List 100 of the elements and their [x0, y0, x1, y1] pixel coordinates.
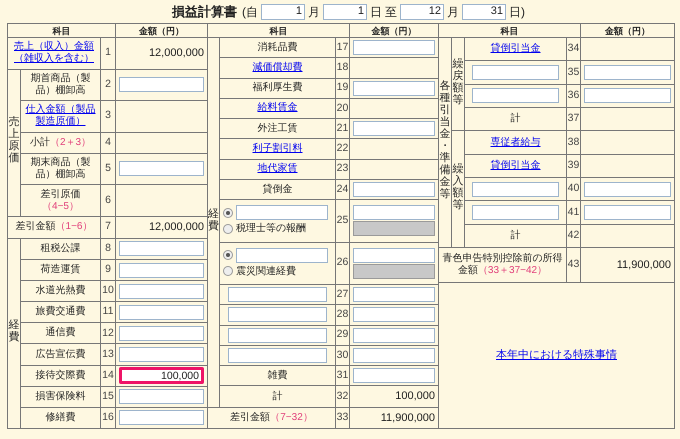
date-field[interactable]: 1	[261, 4, 305, 20]
date-field[interactable]: 12	[400, 4, 444, 20]
date-field[interactable]: 1	[323, 4, 367, 20]
row-label: 期首商品（製品）棚卸高	[20, 69, 100, 101]
row-number: 28	[336, 304, 350, 326]
amount-input[interactable]	[584, 65, 671, 80]
label-input[interactable]	[472, 65, 560, 80]
label-input[interactable]	[472, 88, 560, 104]
amount-input[interactable]	[353, 287, 435, 302]
row-label: 外注工賃	[220, 118, 336, 139]
row-number: 3	[100, 100, 116, 132]
label-input[interactable]	[228, 287, 328, 302]
row-number: 42	[566, 224, 580, 248]
amount-input[interactable]	[353, 248, 435, 263]
column-header: 金額（円）	[116, 24, 208, 38]
row-label: 消耗品費	[220, 38, 336, 58]
row-number: 18	[336, 58, 350, 78]
amount-input[interactable]	[353, 348, 435, 364]
radio-button[interactable]	[223, 208, 233, 218]
amount-input[interactable]	[119, 284, 204, 299]
amount-input[interactable]	[119, 241, 204, 256]
amount-input[interactable]	[353, 307, 435, 322]
amount-input[interactable]	[119, 389, 204, 404]
column-header: 科目	[8, 24, 116, 38]
amount-input[interactable]	[119, 161, 204, 176]
row-number: 27	[336, 284, 350, 305]
radio-button[interactable]	[223, 224, 233, 234]
row-label: 計	[220, 386, 336, 408]
date-label: (自	[242, 4, 258, 20]
row-number: 33	[336, 407, 350, 428]
row-number: 37	[566, 108, 580, 131]
row-label: 修繕費	[20, 407, 100, 428]
date-field[interactable]: 31	[462, 4, 506, 20]
row-number: 30	[336, 345, 350, 366]
text-input[interactable]	[236, 248, 328, 263]
row-number: 10	[100, 280, 116, 302]
row-number: 2	[100, 69, 116, 101]
label-input[interactable]	[228, 328, 328, 343]
row-number: 40	[566, 178, 580, 201]
row-label: 旅費交通費	[20, 302, 100, 323]
amount-input[interactable]	[353, 328, 435, 343]
row-number: 6	[100, 184, 116, 216]
row-number: 39	[566, 154, 580, 178]
row-number: 23	[336, 159, 350, 180]
row-label: 租税公課	[20, 238, 100, 260]
amount-input[interactable]	[353, 182, 435, 198]
group-label: 繰入額等	[452, 162, 464, 211]
amount-input[interactable]	[119, 347, 204, 362]
row-number: 22	[336, 138, 350, 160]
radio-button[interactable]	[223, 250, 233, 260]
amount-input[interactable]	[353, 205, 435, 220]
amount-input[interactable]	[119, 262, 204, 278]
row-number: 11	[100, 302, 116, 323]
group-label: 繰戻額等	[452, 58, 464, 106]
row-number: 1	[100, 38, 116, 70]
amount-input[interactable]	[584, 182, 671, 197]
label-input[interactable]	[228, 307, 328, 322]
row-label: 貸倒金	[220, 179, 336, 200]
label-input[interactable]	[472, 182, 560, 197]
amount-input[interactable]	[119, 304, 204, 320]
row-number: 5	[100, 153, 116, 185]
amount-input[interactable]	[353, 80, 435, 96]
row-label: 広告宣伝費	[20, 344, 100, 366]
row-number: 20	[336, 98, 350, 119]
row-label: 通信費	[20, 322, 100, 344]
row-number: 31	[336, 366, 350, 386]
row-number: 24	[336, 179, 350, 200]
date-label: 月	[308, 4, 320, 20]
amount-input[interactable]	[584, 205, 671, 220]
amount-input[interactable]	[353, 40, 435, 56]
amount-input[interactable]	[119, 326, 204, 341]
group-label: 経費	[8, 318, 20, 344]
row-label: 荷造運賃	[20, 259, 100, 281]
amount-input[interactable]: 100,000	[119, 367, 204, 384]
amount-input[interactable]	[119, 410, 204, 426]
text-input[interactable]	[236, 205, 328, 220]
amount-input[interactable]	[119, 77, 204, 92]
date-label: 月	[447, 4, 459, 20]
row-number: 29	[336, 325, 350, 346]
option-label: 税理士等の報酬	[236, 222, 306, 236]
radio-button[interactable]	[223, 266, 233, 276]
link[interactable]: 本年中における特殊事情	[496, 349, 617, 362]
row-number: 7	[100, 216, 116, 238]
row-number: 12	[100, 322, 116, 344]
amount-input[interactable]	[353, 368, 435, 384]
row-number: 16	[100, 407, 116, 428]
row-number: 34	[566, 38, 580, 61]
label-input[interactable]	[472, 205, 560, 220]
column-header: 科目	[208, 24, 350, 38]
label-input[interactable]	[228, 348, 328, 364]
row-label: 差引金額（1−6）	[8, 216, 100, 238]
row-number: 32	[336, 386, 350, 408]
row-number: 21	[336, 118, 350, 139]
date-label: 至	[385, 4, 397, 20]
column-header: 金額（円）	[580, 24, 674, 38]
amount-input[interactable]	[353, 121, 435, 136]
amount-input[interactable]	[584, 88, 671, 104]
group-label: 経費	[208, 208, 219, 232]
row-label: 損害保険料	[20, 386, 100, 408]
row-number: 35	[566, 60, 580, 84]
